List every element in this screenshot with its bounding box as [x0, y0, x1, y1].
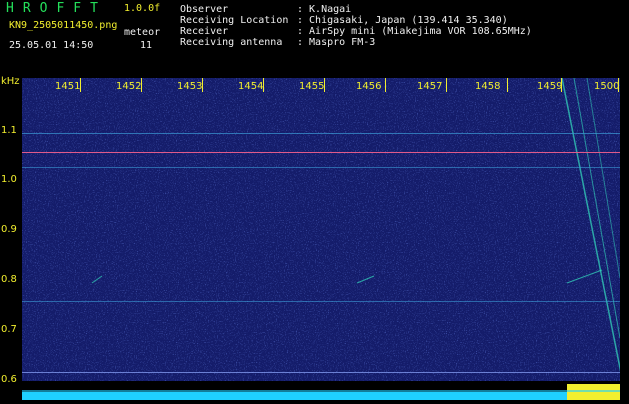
y-tick-label: 0.7 [1, 324, 17, 335]
x-tick-label: 1452 [116, 81, 142, 92]
header-panel: HROFFT 1.0.0f KN9_2505011450.png meteor … [0, 0, 629, 78]
meteor-count: 11 [140, 40, 153, 51]
y-axis: kHz 1.1 1.0 0.9 0.8 0.7 0.6 [0, 76, 22, 400]
y-tick-label: 0.6 [1, 374, 17, 385]
interference-line [22, 133, 620, 134]
app-version: 1.0.0f [124, 3, 161, 14]
y-tick-label: 0.8 [1, 274, 17, 285]
x-tick-label: 1455 [299, 81, 325, 92]
interference-line [22, 167, 620, 168]
x-tick-label: 1459 [537, 81, 563, 92]
antenna-label: Receiving antenna [180, 37, 283, 48]
interference-line [22, 372, 620, 373]
app-logo: HROFFT [6, 1, 107, 16]
x-tick-label: 1451 [55, 81, 81, 92]
x-tick-label: 1453 [177, 81, 203, 92]
meteor-label: meteor [124, 27, 161, 38]
x-tick-label: 1454 [238, 81, 264, 92]
x-tick-label: 1458 [475, 81, 501, 92]
interference-line [22, 301, 620, 302]
x-tick-label: 1500 [594, 81, 620, 92]
antenna-value: : Maspro FM-3 [297, 37, 376, 48]
spectrogram-noise [22, 78, 620, 381]
spectrogram-plot [22, 78, 620, 381]
carrier-line [22, 152, 620, 153]
filename-label: KN9_2505011450.png [9, 20, 118, 31]
y-axis-unit: kHz [1, 76, 20, 87]
datetime-label: 25.05.01 14:50 [9, 40, 94, 51]
y-tick-label: 1.0 [1, 174, 17, 185]
signal-level-bars [22, 384, 620, 400]
x-tick-mark [446, 78, 447, 92]
x-tick-mark [385, 78, 386, 92]
x-tick-mark [507, 78, 508, 92]
right-border [620, 78, 629, 400]
y-tick-label: 0.9 [1, 224, 17, 235]
x-tick-label: 1457 [417, 81, 443, 92]
signal-level-strip [22, 381, 620, 400]
x-tick-label: 1456 [356, 81, 382, 92]
y-tick-label: 1.1 [1, 125, 17, 136]
